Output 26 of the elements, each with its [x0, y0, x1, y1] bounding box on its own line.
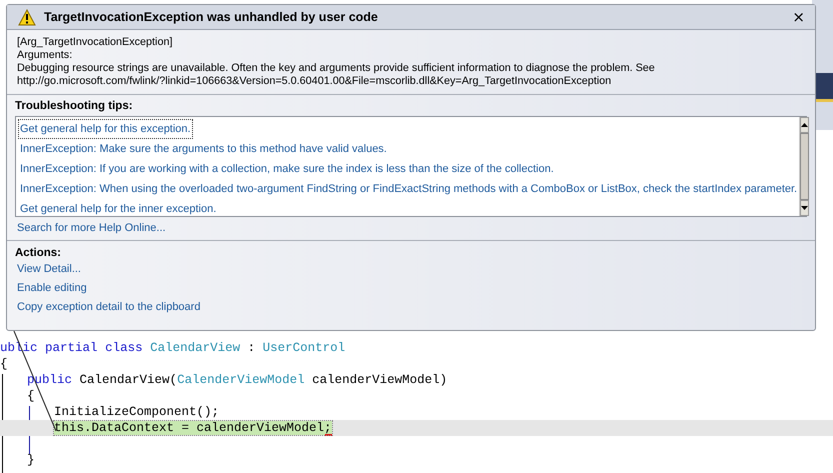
tip-link[interactable]: Get general help for this exception. — [18, 119, 193, 139]
code-line: { — [0, 357, 8, 371]
exception-detail-text: http://go.microsoft.com/fwlink/?linkid=106663&Version=5.0.60401.00&File=mscorlib.dll&Key=Arg_TargetInvocationException — [17, 75, 612, 88]
warning-icon — [18, 8, 36, 26]
action-link[interactable]: Enable editing — [17, 282, 87, 295]
action-link[interactable]: Copy exception detail to the clipboard — [17, 301, 200, 314]
search-help-link[interactable]: Search for more Help Online... — [17, 222, 166, 234]
exception-detail-text: [Arg_TargetInvocationException] — [17, 36, 174, 49]
section-heading: Troubleshooting tips: — [15, 100, 134, 112]
section-heading: Actions: — [15, 247, 62, 259]
scroll-thumb[interactable] — [800, 133, 810, 200]
code-line: { — [27, 389, 35, 403]
code-line: } — [27, 453, 35, 467]
scroll-up-icon[interactable] — [800, 117, 810, 133]
tip-link[interactable]: InnerException: If you are working with a collection, make sure the index is less than the size of the collection. — [18, 159, 556, 179]
action-link[interactable]: View Detail... — [17, 263, 81, 276]
dialog-title: TargetInvocationException was unhandled by user code — [44, 10, 379, 24]
code-line: InitializeComponent(); — [54, 405, 220, 419]
close-button[interactable]: × — [790, 8, 807, 26]
exception-detail-text: Debugging resource strings are unavailable. Often the key and arguments provide sufficient information to diagnose the problem. See — [17, 62, 656, 75]
tip-link[interactable]: InnerException: Make sure the arguments to this method have valid values. — [18, 139, 389, 159]
tip-link[interactable]: InnerException: When using the overloaded two-argument FindString or FindExactString methods with a ComboBox or ListBox, check the startIndex parameter. — [18, 179, 800, 199]
exception-detail-text: Arguments: — [17, 49, 74, 62]
tip-link[interactable]: Get general help for the inner exception. — [18, 199, 218, 219]
scroll-down-icon[interactable] — [800, 200, 810, 216]
scrollbar[interactable] — [799, 117, 810, 216]
